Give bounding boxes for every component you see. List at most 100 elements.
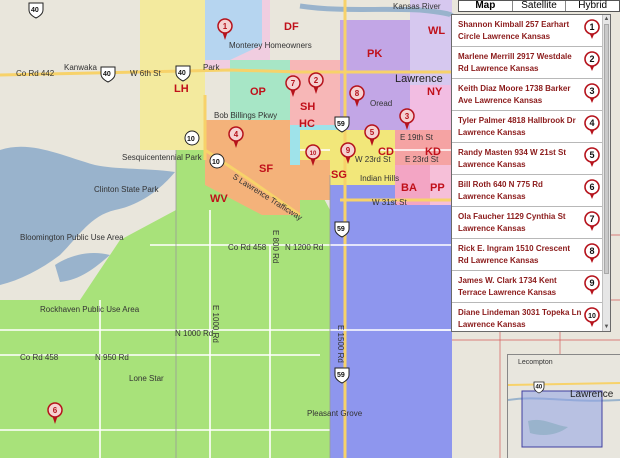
place-clinton: Clinton State Park: [94, 185, 159, 194]
road-e-23rd: E 23rd St: [405, 155, 439, 164]
road-e-1500: E 1500 Rd: [336, 325, 345, 363]
map-marker-number: 9: [346, 146, 351, 155]
region-label-sf: SF: [259, 163, 273, 175]
svg-text:59: 59: [337, 121, 345, 128]
overview-map[interactable]: 40 Lawrence Lecompton: [507, 354, 620, 458]
road-n-950: N 950 Rd: [95, 353, 129, 362]
listing-item[interactable]: Tyler Palmer 4818 Hallbrook Dr Lawrence …: [452, 111, 603, 143]
listing-item[interactable]: Ola Faucher 1129 Cynthia St Lawrence Kan…: [452, 207, 603, 239]
road-e-19th: E 19th St: [400, 133, 434, 142]
region-label-lh: LH: [174, 83, 189, 95]
region-label-ny: NY: [427, 86, 443, 98]
svg-text:40: 40: [31, 7, 39, 14]
listing-item[interactable]: Bill Roth 640 N 775 Rd Lawrence Kansas 6: [452, 175, 603, 207]
listing-text[interactable]: Keith Diaz Moore 1738 Barker Ave Lawrenc…: [458, 83, 582, 107]
listing-text[interactable]: James W. Clark 1734 Kent Terrace Lawrenc…: [458, 275, 582, 299]
road-e-800: E 800 Rd: [271, 230, 280, 263]
listing-panel: Shannon Kimball 257 Earhart Circle Lawre…: [451, 14, 611, 332]
road-w-6th: W 6th St: [130, 69, 161, 78]
map-type-map-button[interactable]: Map: [459, 1, 512, 11]
map-marker-number: 7: [291, 79, 296, 88]
svg-text:59: 59: [337, 372, 345, 379]
listing-marker-icon: 9: [584, 275, 600, 295]
svg-text:40: 40: [103, 71, 111, 78]
listing-marker-number: 9: [589, 278, 594, 288]
place-monterey: Monterey Homeowners: [229, 41, 312, 50]
listing-text[interactable]: Ola Faucher 1129 Cynthia St Lawrence Kan…: [458, 211, 582, 235]
svg-text:10: 10: [212, 159, 220, 166]
place-pleasant-grove: Pleasant Grove: [307, 409, 363, 418]
place-rockhaven: Rockhaven Public Use Area: [40, 305, 140, 314]
listing-marker-icon: 4: [584, 115, 600, 135]
listing-marker-number: 2: [589, 54, 594, 64]
listing-marker-number: 5: [589, 150, 594, 160]
map-marker-number: 3: [405, 112, 410, 121]
listing-item[interactable]: Shannon Kimball 257 Earhart Circle Lawre…: [452, 15, 603, 47]
scroll-thumb[interactable]: [604, 24, 609, 274]
place-park: Park: [203, 63, 220, 72]
listing-marker-icon: 6: [584, 179, 600, 199]
svg-text:40: 40: [178, 70, 186, 77]
listing-marker-icon: 2: [584, 51, 600, 71]
listing-text[interactable]: Randy Masten 934 W 21st St Lawrence Kans…: [458, 147, 582, 171]
region-label-ba: BA: [401, 182, 417, 194]
listing-item[interactable]: Diane Lindeman 3031 Topeka Ln Lawrence K…: [452, 303, 603, 331]
shield-k10-b: 10: [209, 153, 225, 169]
listing-marker-icon: 1: [584, 19, 600, 39]
scroll-down-arrow-icon[interactable]: ▼: [603, 323, 610, 331]
region-label-hc: HC: [299, 118, 315, 130]
place-indian-hills: Indian Hills: [360, 174, 399, 183]
map-marker-number: 5: [370, 128, 375, 137]
listing-text[interactable]: Shannon Kimball 257 Earhart Circle Lawre…: [458, 19, 582, 43]
region-label-df: DF: [284, 21, 299, 33]
listing-marker-icon: 10: [584, 307, 600, 327]
listing-marker-number: 1: [589, 22, 594, 32]
map-marker-number: 4: [234, 130, 239, 139]
place-bob-billings: Bob Billings Pkwy: [214, 111, 277, 120]
listing-item[interactable]: Keith Diaz Moore 1738 Barker Ave Lawrenc…: [452, 79, 603, 111]
road-e-1000: E 1000 Rd: [211, 305, 220, 343]
listing-marker-icon: 5: [584, 147, 600, 167]
region-label-wv: WV: [210, 193, 228, 205]
map-type-hybrid-button[interactable]: Hybrid: [565, 1, 619, 11]
listing-text[interactable]: Marlene Merrill 2917 Westdale Rd Lawrenc…: [458, 51, 582, 75]
listing-marker-icon: 7: [584, 211, 600, 231]
map-type-satellite-button[interactable]: Satellite: [511, 1, 566, 11]
region-label-wl: WL: [428, 25, 445, 37]
scroll-up-arrow-icon[interactable]: ▲: [603, 15, 610, 23]
listing-marker-number: 7: [589, 214, 594, 224]
place-lone-star: Lone Star: [129, 374, 164, 383]
place-lawrence: Lawrence: [395, 73, 443, 85]
listing-text[interactable]: Rick E. Ingram 1510 Crescent Rd Lawrence…: [458, 243, 582, 267]
listing-item[interactable]: Marlene Merrill 2917 Westdale Rd Lawrenc…: [452, 47, 603, 79]
region-label-sg: SG: [331, 169, 347, 181]
overview-lecompton-label: Lecompton: [518, 359, 553, 366]
listing-scrollbar[interactable]: ▲ ▼: [602, 15, 610, 331]
listing-marker-number: 10: [588, 313, 596, 320]
road-n-1000: N 1000 Rd: [175, 329, 213, 338]
listing-marker-number: 3: [589, 86, 594, 96]
overview-canvas: 40 Lawrence Lecompton: [508, 355, 620, 458]
overview-lawrence-label: Lawrence: [570, 389, 614, 400]
listing-item[interactable]: Rick E. Ingram 1510 Crescent Rd Lawrence…: [452, 239, 603, 271]
map-marker-number: 1: [223, 22, 228, 31]
overview-i40-text: 40: [536, 385, 543, 391]
zone-orange-east: [300, 160, 330, 200]
region-label-pk: PK: [367, 48, 382, 60]
road-w-31st: W 31st St: [372, 198, 407, 207]
place-oread: Oread: [370, 99, 392, 108]
listing-item[interactable]: James W. Clark 1734 Kent Terrace Lawrenc…: [452, 271, 603, 303]
road-w-23rd: W 23rd St: [355, 155, 391, 164]
region-label-pp: PP: [430, 182, 445, 194]
listing-marker-number: 8: [589, 246, 594, 256]
road-n-1200: N 1200 Rd: [285, 243, 323, 252]
place-kanwaka: Kanwaka: [64, 63, 97, 72]
road-co-rd-458-a: Co Rd 458: [228, 243, 267, 252]
listing-text[interactable]: Bill Roth 640 N 775 Rd Lawrence Kansas: [458, 179, 582, 203]
listing-text[interactable]: Tyler Palmer 4818 Hallbrook Dr Lawrence …: [458, 115, 582, 139]
region-label-sh: SH: [300, 101, 315, 113]
listing-text[interactable]: Diane Lindeman 3031 Topeka Ln Lawrence K…: [458, 307, 582, 331]
listing-marker-number: 6: [589, 182, 594, 192]
listing-item[interactable]: Randy Masten 934 W 21st St Lawrence Kans…: [452, 143, 603, 175]
place-kansas-river: Kansas River: [393, 2, 441, 11]
